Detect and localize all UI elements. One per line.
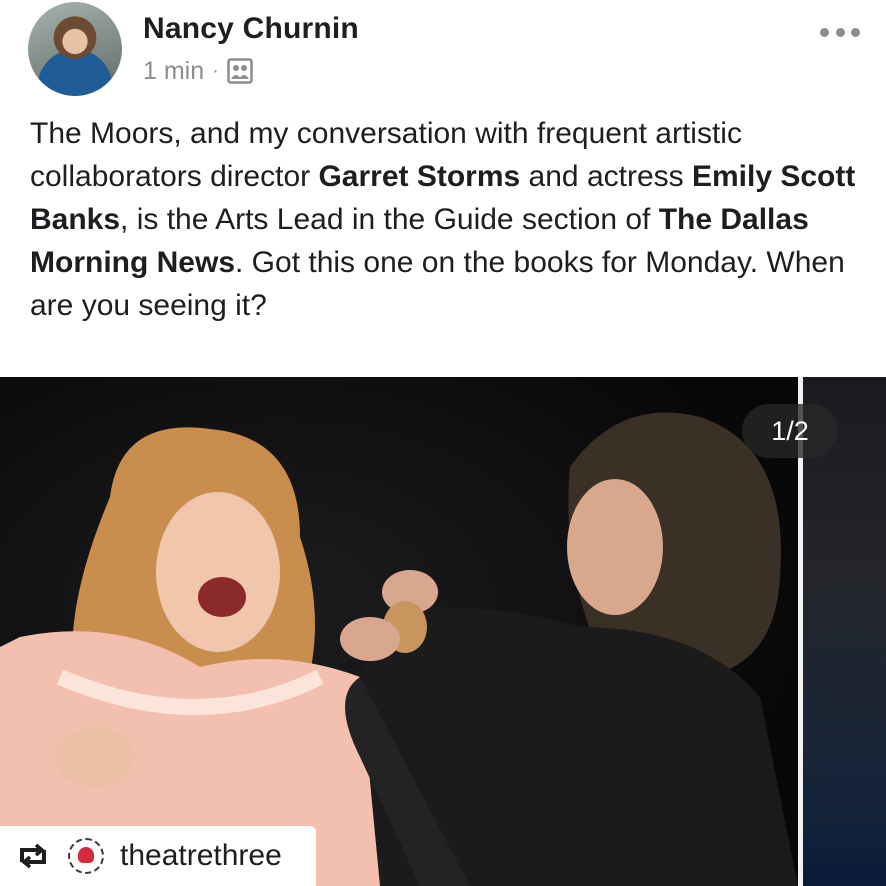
avatar[interactable] [28,2,122,96]
more-options-icon[interactable] [820,22,860,42]
post-text-bold[interactable]: Garret Storms [318,160,520,193]
repost-attribution[interactable]: theatrethree [0,826,316,886]
photo-illustration [0,377,798,886]
post-text-run: and actress [520,160,692,193]
repost-username[interactable]: theatrethree [120,839,282,873]
theatre-logo [64,834,108,878]
carousel-counter: 1/2 [742,404,838,458]
repost-icon [20,843,46,869]
post-photo[interactable] [0,377,798,886]
meta-separator: · [212,59,219,82]
post-meta: 1 min · [143,56,253,86]
author-name[interactable]: Nancy Churnin [143,12,359,46]
post-text-run: , is the Arts Lead in the Guide section … [120,203,659,236]
post-header: Nancy Churnin 1 min · [0,0,886,110]
post-body: The Moors, and my conversation with freq… [30,112,870,327]
group-audience-icon[interactable] [227,58,253,84]
post-time[interactable]: 1 min [143,57,204,86]
